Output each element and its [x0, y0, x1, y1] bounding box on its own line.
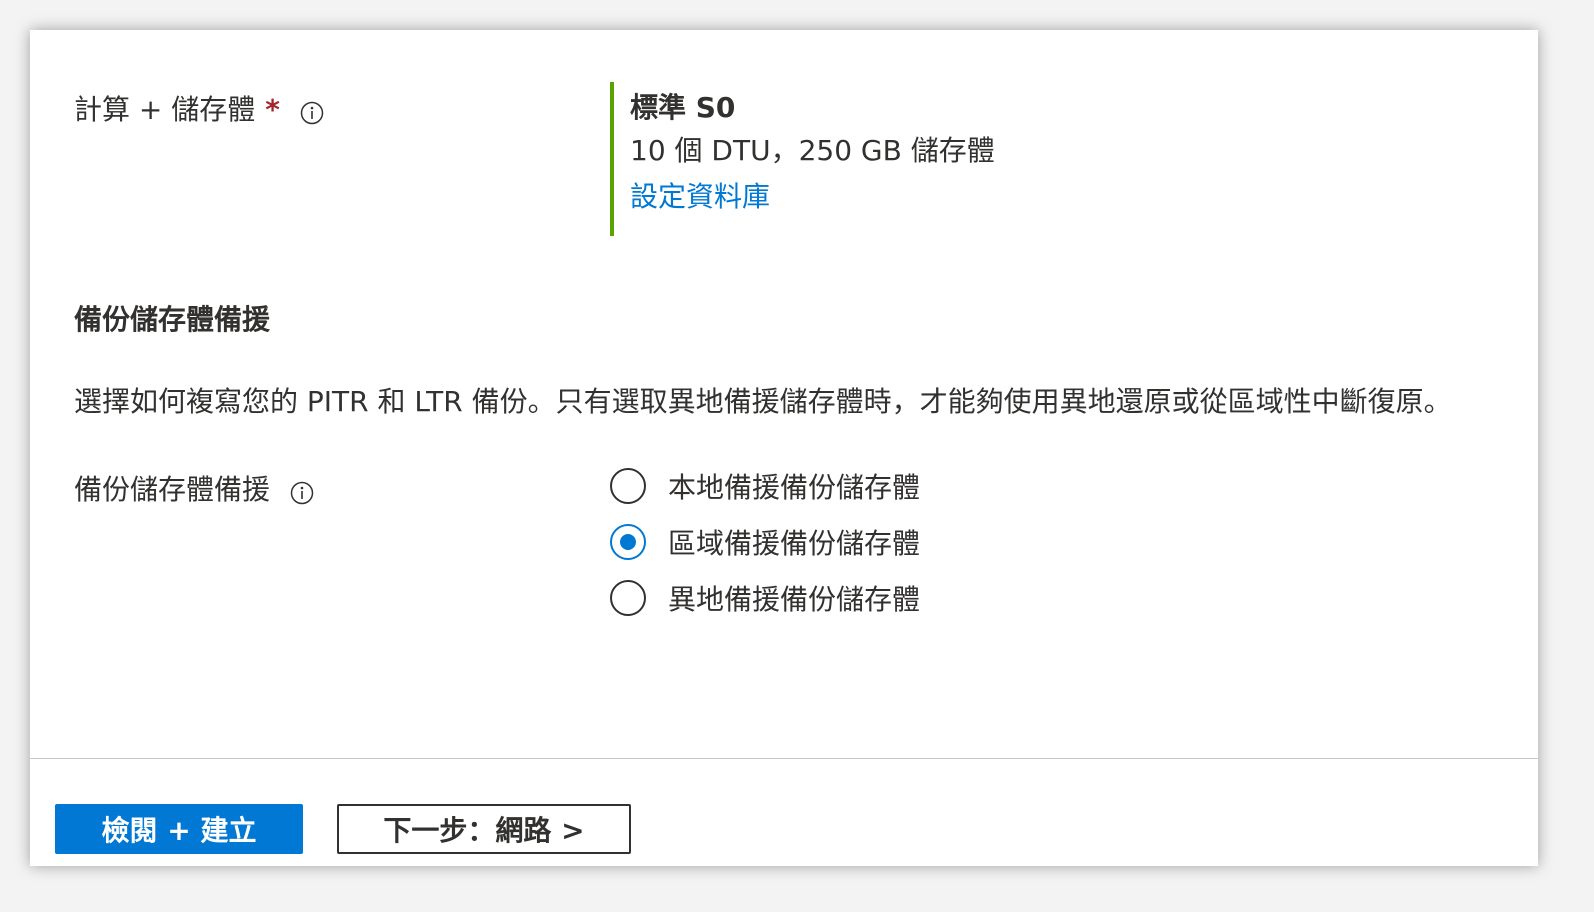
radio-label: 本地備援備份儲存體	[668, 471, 921, 504]
radio-button[interactable]	[610, 468, 646, 504]
compute-storage-row-label: 計算 + 儲存體 *	[74, 92, 324, 128]
radio-label: 區域備援備份儲存體	[668, 527, 921, 560]
compute-storage-label: 計算 + 儲存體	[74, 93, 256, 126]
configure-database-link[interactable]: 設定資料庫	[630, 174, 995, 220]
backup-redundancy-label: 備份儲存體備援	[74, 473, 271, 506]
compute-tier-summary: 標準 S0 10 個 DTU，250 GB 儲存體 設定資料庫	[610, 82, 995, 236]
backup-redundancy-radio-group: 本地備援備份儲存體 區域備援備份儲存體 異地備援備份儲存體	[610, 458, 920, 626]
section-heading: 備份儲存體備援	[74, 303, 271, 336]
radio-option-grs[interactable]: 異地備援備份儲存體	[610, 570, 920, 626]
review-create-button[interactable]: 檢閱 + 建立	[55, 804, 303, 854]
next-networking-button[interactable]: 下一步：網路 >	[337, 804, 631, 854]
radio-label: 異地備援備份儲存體	[668, 583, 921, 616]
tier-name: 標準 S0	[630, 91, 736, 124]
info-icon[interactable]	[290, 478, 314, 505]
backup-redundancy-row-label: 備份儲存體備援	[74, 472, 314, 508]
radio-option-lrs[interactable]: 本地備援備份儲存體	[610, 458, 920, 514]
radio-button[interactable]	[610, 580, 646, 616]
info-icon[interactable]	[300, 98, 324, 125]
section-description: 選擇如何複寫您的 PITR 和 LTR 備份。只有選取異地備援儲存體時，才能夠使…	[74, 385, 1452, 418]
settings-panel: 計算 + 儲存體 * 標準 S0 10 個 DTU，250 GB 儲存體 設定資…	[30, 30, 1538, 866]
footer-divider	[30, 758, 1538, 759]
radio-button-selected[interactable]	[610, 524, 646, 560]
radio-option-zrs[interactable]: 區域備援備份儲存體	[610, 514, 920, 570]
required-marker: *	[265, 93, 280, 126]
tier-detail: 10 個 DTU，250 GB 儲存體	[630, 134, 995, 167]
